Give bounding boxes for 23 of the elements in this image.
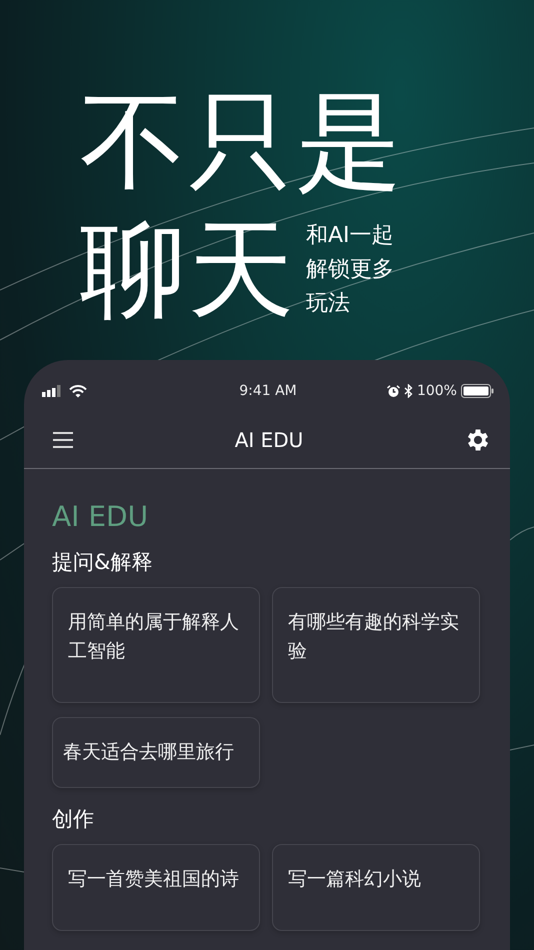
menu-button[interactable]	[50, 429, 76, 451]
wifi-icon	[69, 384, 87, 398]
subtitle-line: 玩法	[306, 290, 351, 318]
nav-title: AI EDU	[234, 428, 304, 452]
signal-icon	[42, 385, 63, 397]
battery-percent: 100%	[416, 383, 457, 399]
app-brand: AI EDU	[52, 499, 150, 535]
prompt-card[interactable]: 写一篇科幻小说	[272, 844, 480, 931]
section-heading: 提问&解释	[52, 549, 154, 576]
prompt-card[interactable]: 用简单的属于解释人工智能	[52, 587, 260, 703]
subtitle-line: 和AI一起	[306, 222, 394, 250]
prompt-card[interactable]: 春天适合去哪里旅行	[52, 717, 260, 788]
headline: 聊天	[80, 207, 296, 333]
status-time: 9:41 AM	[239, 383, 297, 399]
battery-icon	[460, 384, 494, 398]
subtitle-line: 解锁更多	[306, 256, 394, 284]
alarm-clock-icon	[386, 384, 400, 398]
prompt-card[interactable]: 有哪些有趣的科学实验	[272, 587, 480, 703]
bluetooth-icon	[404, 384, 413, 398]
menu-icon	[52, 431, 74, 449]
prompt-card[interactable]: 写一首赞美祖国的诗	[52, 844, 260, 931]
section-heading: 创作	[52, 806, 95, 833]
headline: 不只是	[80, 79, 405, 205]
